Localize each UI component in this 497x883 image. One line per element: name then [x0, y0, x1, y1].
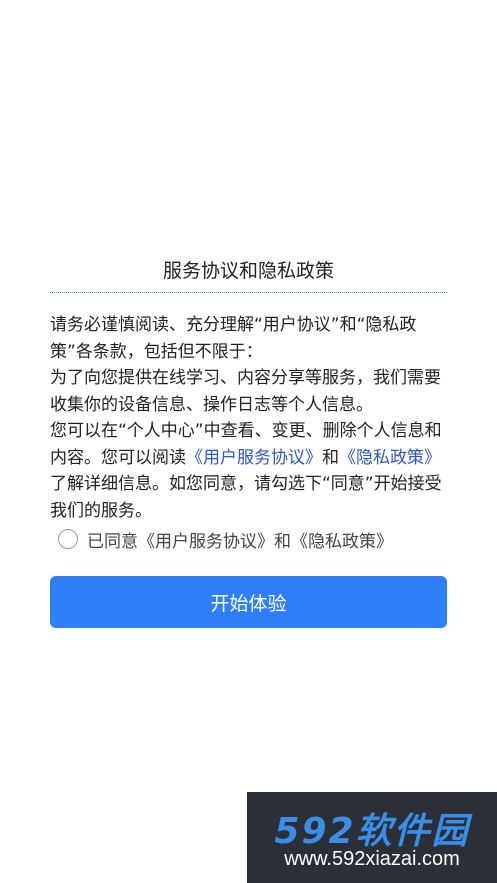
agreement-paragraph-3: 您可以在“个人中心”中查看、变更、删除个人信息和内容。您可以阅读《用户服务协议》…: [50, 418, 450, 524]
watermark-brand: 592软件园: [274, 811, 470, 852]
radio-circle-icon[interactable]: [58, 529, 78, 549]
watermark-logo: 592软件园 www.592xiazai.com: [247, 792, 497, 883]
agree-label[interactable]: 已同意《用户服务协议》和《隐私政策》: [87, 527, 393, 552]
agreement-page: 服务协议和隐私政策 请务必谨慎阅读、充分理解“用户协议”和“隐私政策”各条款，包…: [0, 0, 497, 883]
privacy-policy-link[interactable]: 《隐私政策》: [339, 448, 441, 468]
agree-row[interactable]: 已同意《用户服务协议》和《隐私政策》: [58, 526, 393, 552]
start-button[interactable]: 开始体验: [50, 576, 447, 628]
page-title: 服务协议和隐私政策: [162, 260, 334, 282]
agreement-paragraph-2: 为了向您提供在线学习、内容分享等服务，我们需要收集你的设备信息、操作日志等个人信…: [50, 368, 441, 415]
user-agreement-link[interactable]: 《用户服务协议》: [186, 448, 322, 468]
watermark-url: www.592xiazai.com: [284, 848, 460, 870]
agreement-text: 请务必谨慎阅读、充分理解“用户协议”和“隐私政策”各条款，包括但不限于： 为了向…: [50, 312, 450, 524]
agreement-paragraph-3-outro: 了解详细信息。如您同意，请勾选下“同意”开始接受我们的服务。: [50, 474, 442, 521]
title-divider: [50, 292, 447, 293]
agreement-paragraph-3-and: 和: [322, 447, 339, 468]
agreement-paragraph-1: 请务必谨慎阅读、充分理解“用户协议”和“隐私政策”各条款，包括但不限于：: [50, 315, 417, 362]
